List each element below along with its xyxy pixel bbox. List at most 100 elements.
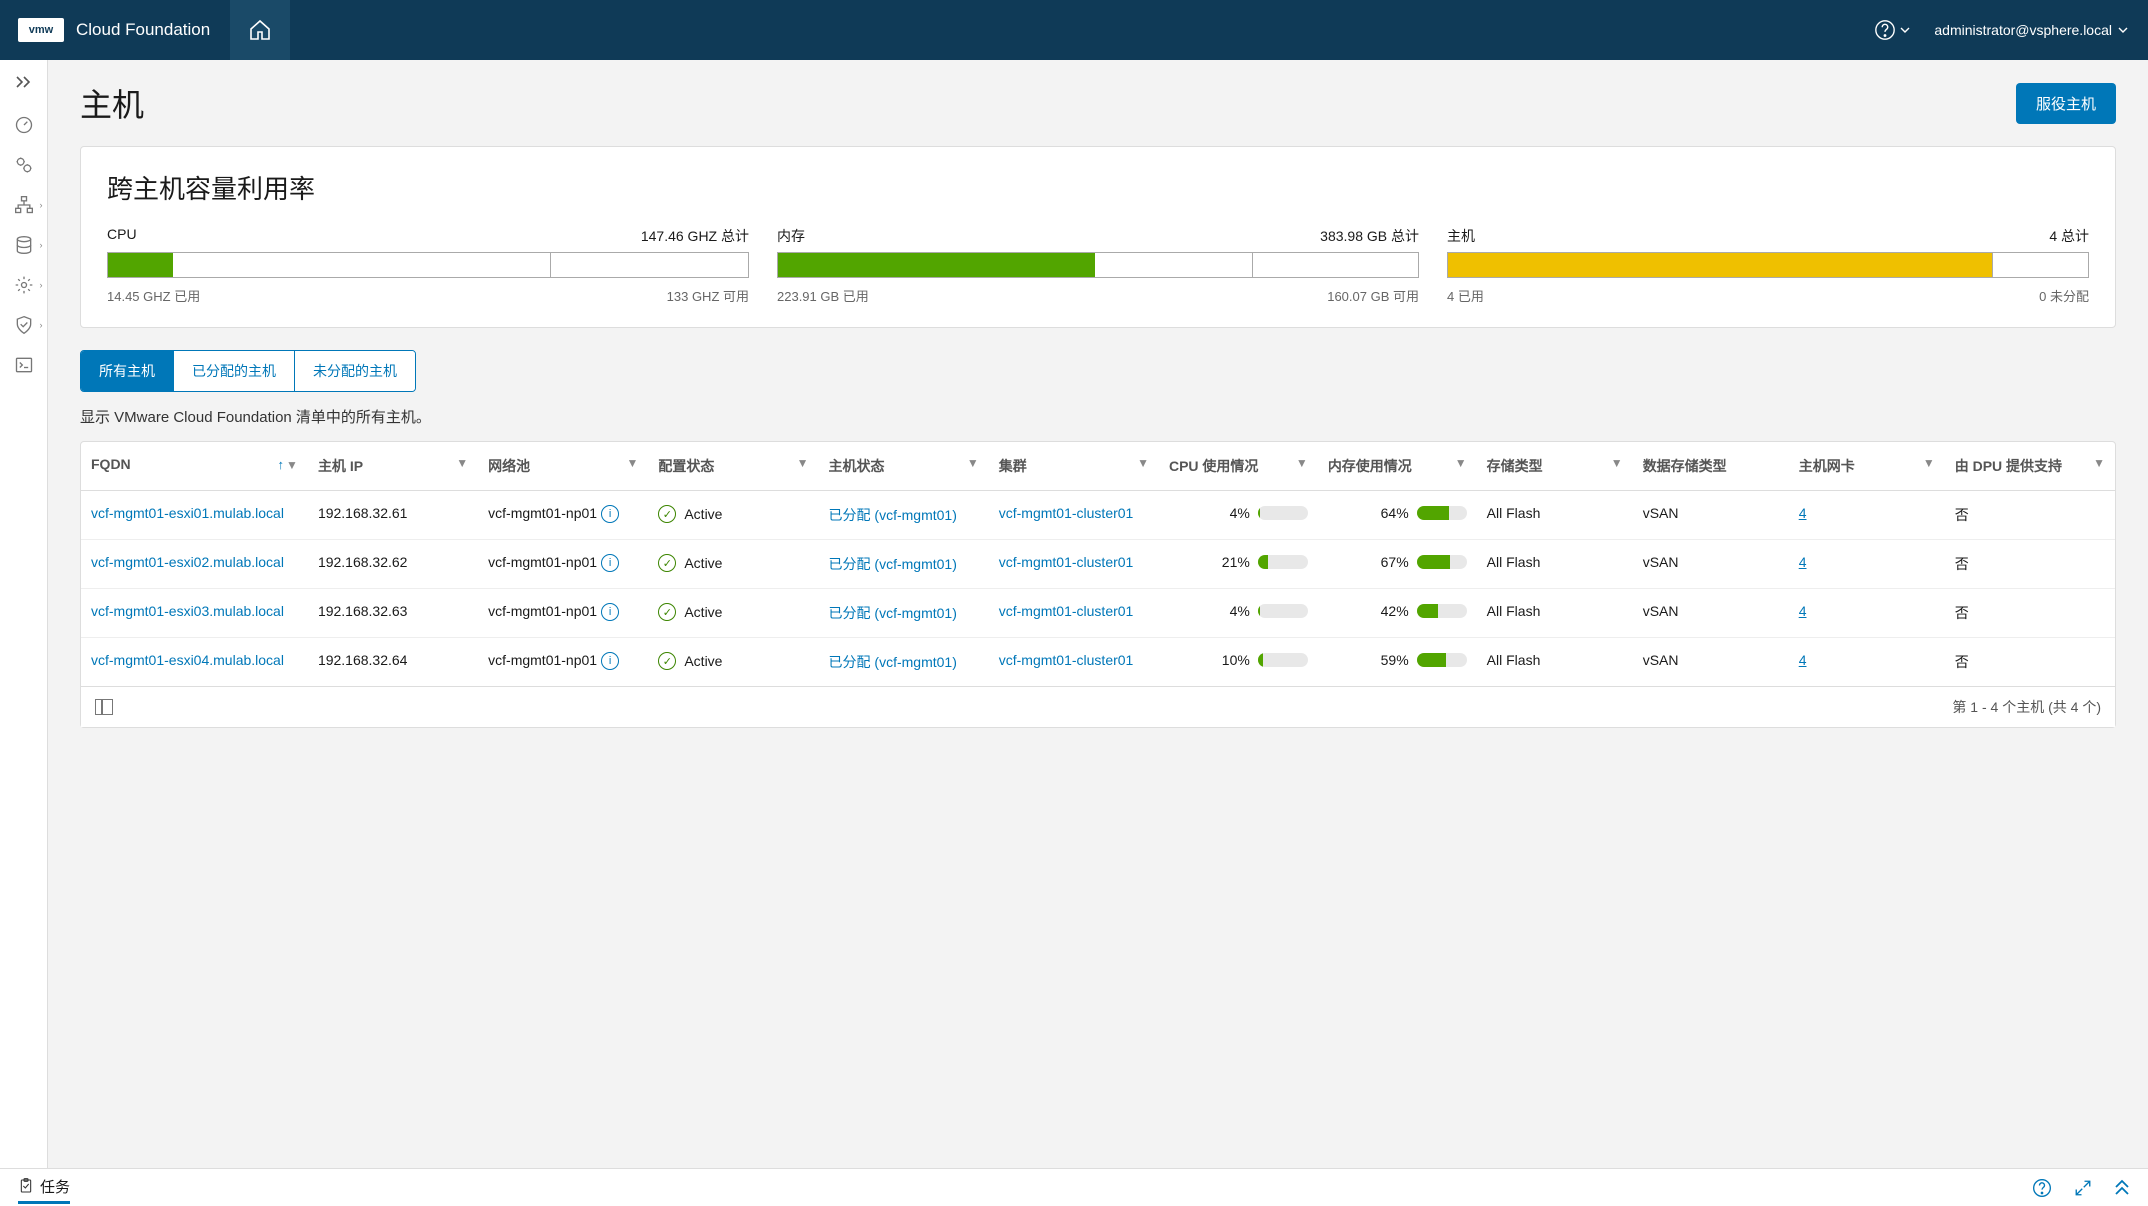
info-icon[interactable]: i xyxy=(601,603,619,621)
column-cpu-usage[interactable]: CPU 使用情况▼ xyxy=(1159,442,1318,491)
host-state-link[interactable]: 已分配 (vcf-mgmt01) xyxy=(829,556,957,572)
column-config-status[interactable]: 配置状态 ▼ xyxy=(648,442,818,491)
memory-usage-bar xyxy=(1417,604,1467,618)
config-status-value: Active xyxy=(684,604,722,620)
tab-assigned-hosts[interactable]: 已分配的主机 xyxy=(174,351,295,391)
cluster-link[interactable]: vcf-mgmt01-cluster01 xyxy=(999,554,1134,570)
network-pool-value: vcf-mgmt01-np01 xyxy=(488,652,597,668)
info-icon[interactable]: i xyxy=(601,554,619,572)
chevron-right-icon: › xyxy=(40,320,43,330)
dpu-value: 否 xyxy=(1955,605,1969,621)
check-circle-icon: ✓ xyxy=(658,652,676,670)
check-circle-icon: ✓ xyxy=(658,603,676,621)
tab-all-hosts[interactable]: 所有主机 xyxy=(81,351,174,391)
help-button[interactable] xyxy=(1874,19,1910,41)
commission-hosts-button[interactable]: 服役主机 xyxy=(2016,83,2116,124)
host-filter-tabs: 所有主机 已分配的主机 未分配的主机 xyxy=(80,350,416,392)
capacity-cpu-total: 147.46 GHZ 总计 xyxy=(641,226,749,246)
memory-usage-value: 42% xyxy=(1375,603,1409,619)
sidebar-item-solutions[interactable] xyxy=(13,154,35,176)
table-footer: 第 1 - 4 个主机 (共 4 个) xyxy=(81,686,2115,727)
filter-icon[interactable]: ▼ xyxy=(1611,456,1623,470)
capacity-memory-available: 160.07 GB 可用 xyxy=(1327,286,1419,305)
storage-type-value: All Flash xyxy=(1487,505,1541,521)
nics-link[interactable]: 4 xyxy=(1799,554,1807,570)
fqdn-link[interactable]: vcf-mgmt01-esxi03.mulab.local xyxy=(91,603,284,619)
gear-group-icon xyxy=(14,155,34,175)
vmw-logo-icon: vmw xyxy=(18,18,64,42)
datastore-type-value: vSAN xyxy=(1643,554,1679,570)
double-chevron-up-icon[interactable] xyxy=(2114,1179,2130,1197)
nics-link[interactable]: 4 xyxy=(1799,603,1807,619)
cluster-link[interactable]: vcf-mgmt01-cluster01 xyxy=(999,505,1134,521)
sidebar-item-developer[interactable] xyxy=(13,354,35,376)
network-pool-value: vcf-mgmt01-np01 xyxy=(488,603,597,619)
column-storage-type[interactable]: 存储类型▼ xyxy=(1477,442,1633,491)
filter-icon[interactable]: ▼ xyxy=(1923,456,1935,470)
sort-ascending-icon[interactable]: ↑ xyxy=(278,457,285,472)
home-button[interactable] xyxy=(230,0,290,60)
filter-icon[interactable]: ▼ xyxy=(286,458,298,472)
filter-icon[interactable]: ▼ xyxy=(1455,456,1467,470)
host-state-link[interactable]: 已分配 (vcf-mgmt01) xyxy=(829,507,957,523)
info-icon[interactable]: i xyxy=(601,652,619,670)
fqdn-link[interactable]: vcf-mgmt01-esxi02.mulab.local xyxy=(91,554,284,570)
column-host-ip[interactable]: 主机 IP ▼ xyxy=(308,442,478,491)
tab-unassigned-hosts[interactable]: 未分配的主机 xyxy=(295,351,415,391)
product-logo[interactable]: vmw Cloud Foundation xyxy=(0,18,210,42)
column-network-pool[interactable]: 网络池▼ xyxy=(478,442,648,491)
filter-icon[interactable]: ▼ xyxy=(626,456,638,470)
cpu-usage-bar xyxy=(1258,555,1308,569)
column-memory-usage[interactable]: 内存使用情况▼ xyxy=(1318,442,1477,491)
cluster-link[interactable]: vcf-mgmt01-cluster01 xyxy=(999,652,1134,668)
gear-icon xyxy=(14,275,34,295)
fqdn-link[interactable]: vcf-mgmt01-esxi04.mulab.local xyxy=(91,652,284,668)
memory-usage-value: 64% xyxy=(1375,505,1409,521)
filter-icon[interactable]: ▼ xyxy=(797,456,809,470)
cluster-link[interactable]: vcf-mgmt01-cluster01 xyxy=(999,603,1134,619)
capacity-hosts-used: 4 已用 xyxy=(1447,286,1484,305)
config-status-value: Active xyxy=(684,555,722,571)
filter-icon[interactable]: ▼ xyxy=(456,456,468,470)
capacity-cpu-bar xyxy=(107,252,749,278)
capacity-cpu-available: 133 GHZ 可用 xyxy=(667,286,749,305)
column-picker-icon[interactable] xyxy=(95,699,113,715)
host-state-link[interactable]: 已分配 (vcf-mgmt01) xyxy=(829,654,957,670)
capacity-hosts-fill xyxy=(1448,253,1992,277)
memory-usage-bar xyxy=(1417,555,1467,569)
filter-icon[interactable]: ▼ xyxy=(1137,456,1149,470)
sidebar-expand-button[interactable] xyxy=(0,68,47,96)
sidebar-item-administration[interactable]: › xyxy=(13,274,35,296)
filter-icon[interactable]: ▼ xyxy=(1296,456,1308,470)
help-icon xyxy=(1874,19,1896,41)
sidebar-item-inventory[interactable]: › xyxy=(13,194,35,216)
column-cluster[interactable]: 集群▼ xyxy=(989,442,1159,491)
filter-icon[interactable]: ▼ xyxy=(2093,456,2105,470)
column-config-status-label: 配置状态 xyxy=(658,456,714,476)
user-menu[interactable]: administrator@vsphere.local xyxy=(1934,22,2128,38)
chevron-right-icon: › xyxy=(40,240,43,250)
expand-icon[interactable] xyxy=(2074,1179,2092,1197)
fqdn-link[interactable]: vcf-mgmt01-esxi01.mulab.local xyxy=(91,505,284,521)
filter-icon[interactable]: ▼ xyxy=(967,456,979,470)
column-datastore-type-label: 数据存储类型 xyxy=(1643,456,1727,476)
column-host-state[interactable]: 主机状态▼ xyxy=(819,442,989,491)
network-pool-value: vcf-mgmt01-np01 xyxy=(488,554,597,570)
sidebar-item-dashboard[interactable] xyxy=(13,114,35,136)
tasks-tab[interactable]: 任务 xyxy=(18,1172,70,1204)
nics-link[interactable]: 4 xyxy=(1799,505,1807,521)
sidebar: › › › › xyxy=(0,60,48,1168)
info-icon[interactable]: i xyxy=(601,505,619,523)
column-datastore-type[interactable]: 数据存储类型 xyxy=(1633,442,1789,491)
column-dpu-backed[interactable]: 由 DPU 提供支持▼ xyxy=(1945,442,2115,491)
column-host-ip-label: 主机 IP xyxy=(318,456,363,476)
help-icon[interactable] xyxy=(2032,1178,2052,1198)
host-state-link[interactable]: 已分配 (vcf-mgmt01) xyxy=(829,605,957,621)
column-fqdn[interactable]: FQDN↑▼ xyxy=(81,442,308,491)
cpu-usage-value: 10% xyxy=(1216,652,1250,668)
capacity-cpu-used: 14.45 GHZ 已用 xyxy=(107,286,200,305)
nics-link[interactable]: 4 xyxy=(1799,652,1807,668)
sidebar-item-repository[interactable]: › xyxy=(13,234,35,256)
sidebar-item-security[interactable]: › xyxy=(13,314,35,336)
column-host-nics[interactable]: 主机网卡▼ xyxy=(1789,442,1945,491)
